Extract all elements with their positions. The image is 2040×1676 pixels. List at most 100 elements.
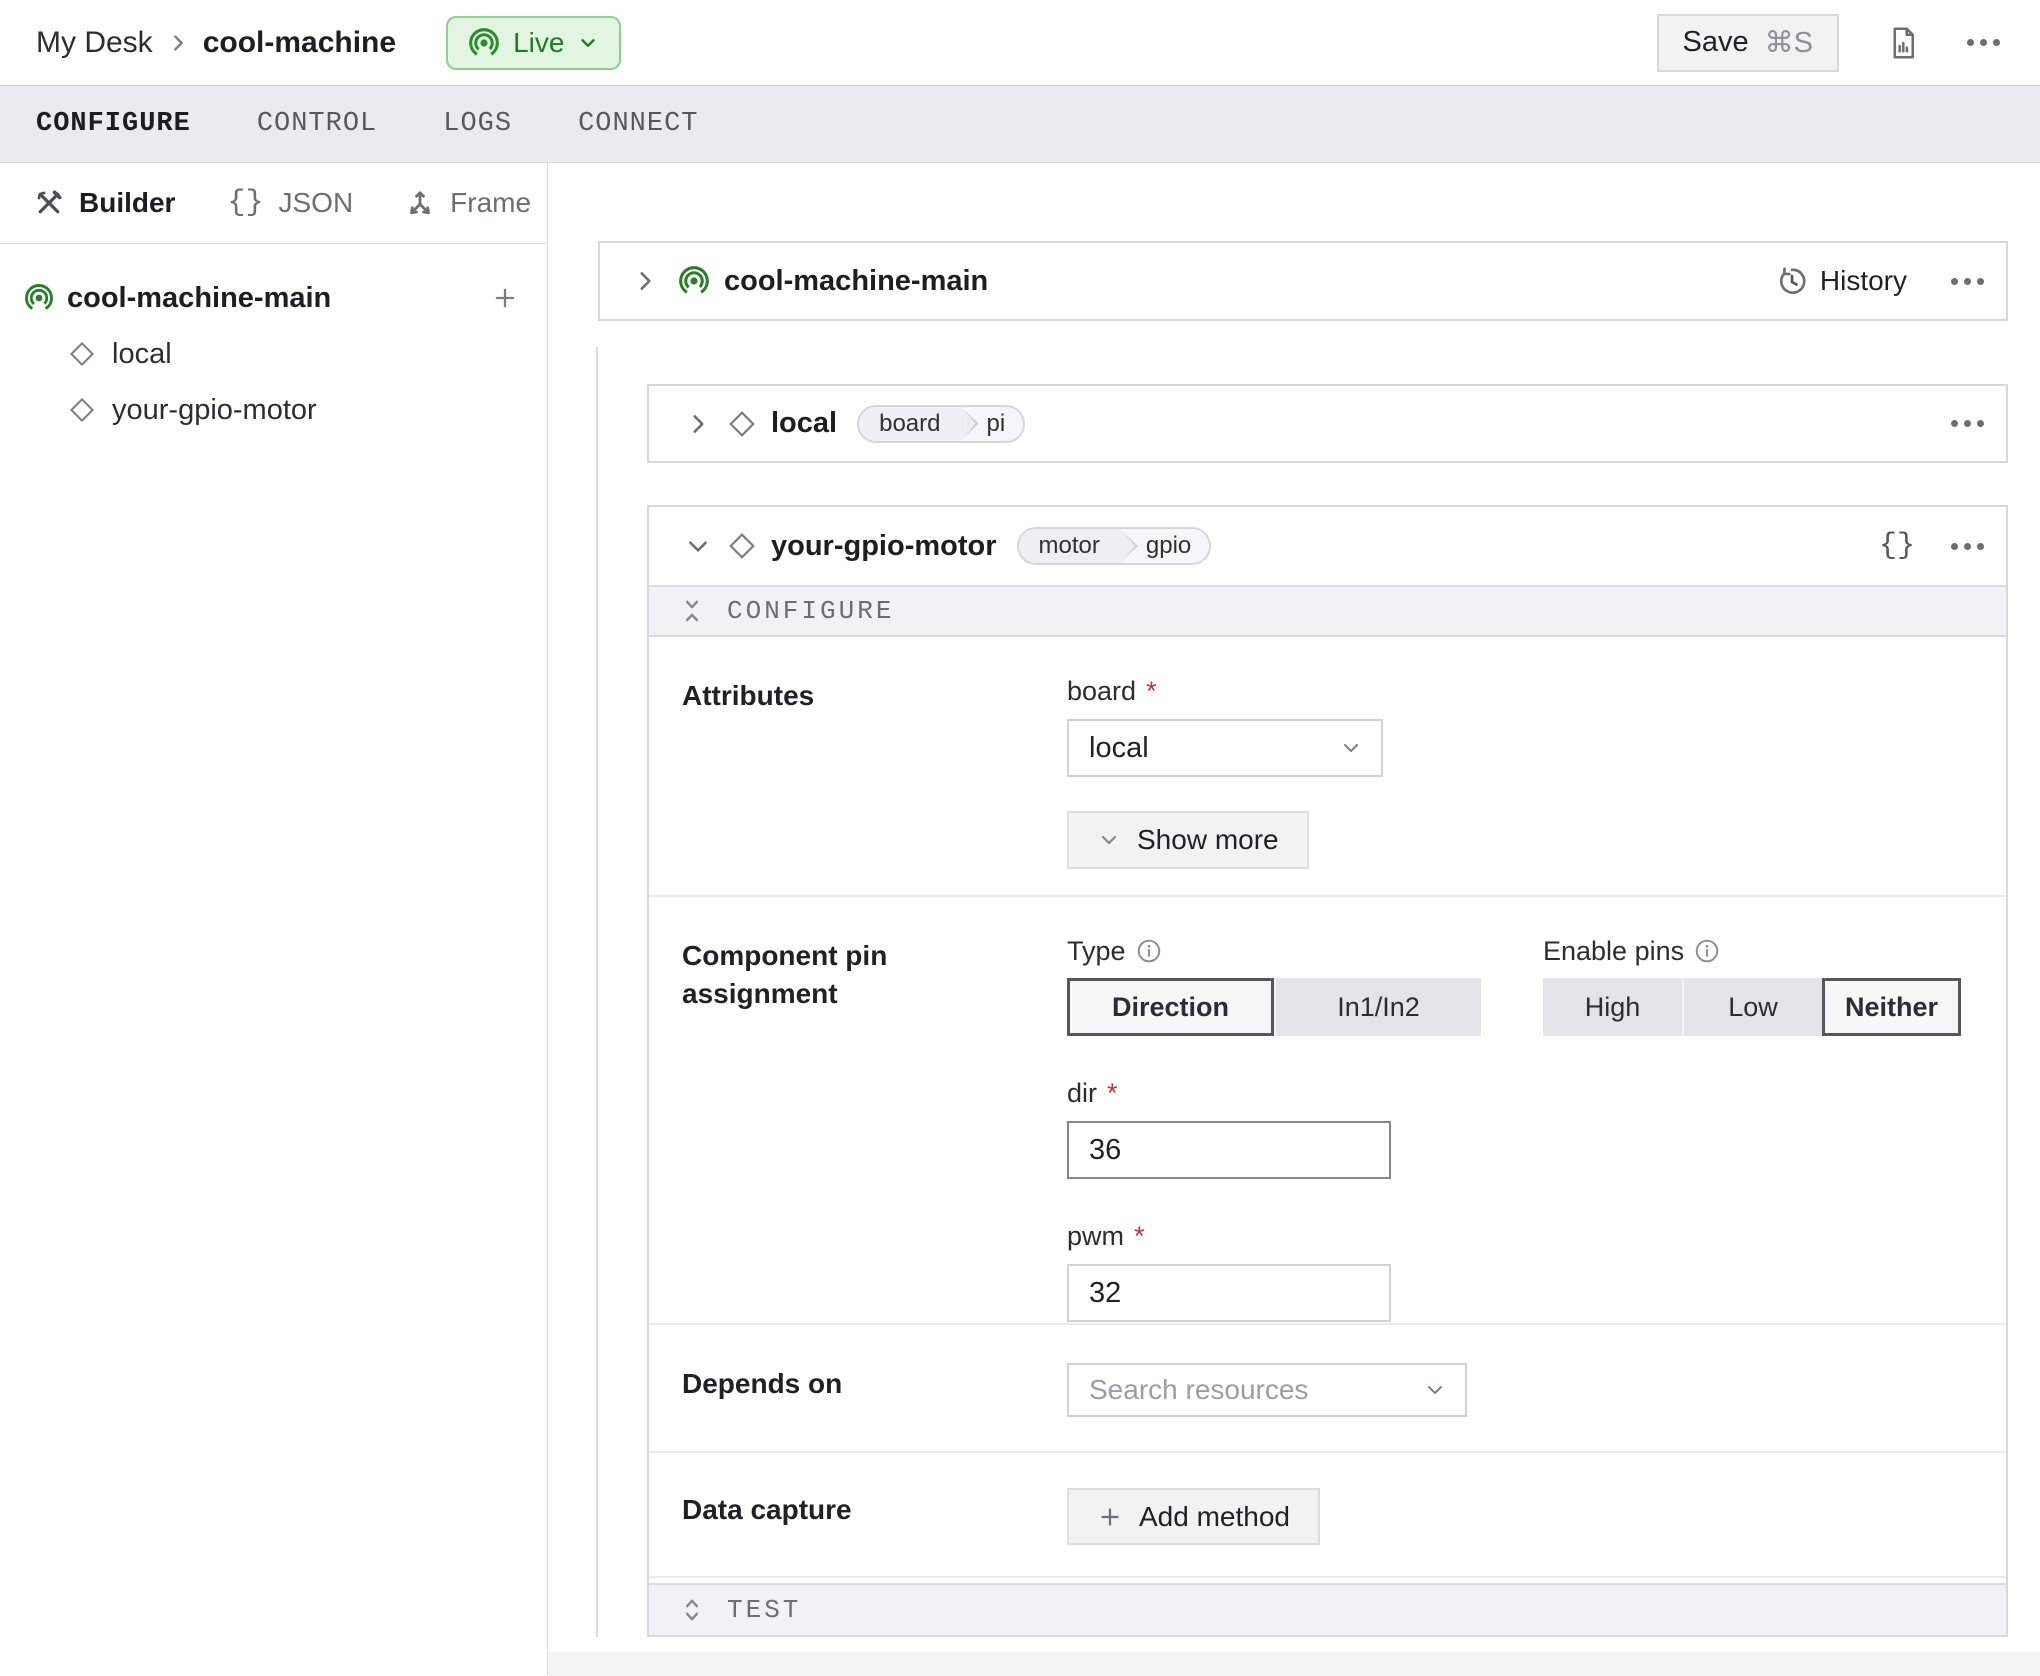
- ellipsis-icon: [1951, 543, 1984, 550]
- depends-on-row: Depends on Search resources: [649, 1325, 2006, 1453]
- type-option-direction[interactable]: Direction: [1067, 978, 1274, 1036]
- badge-model: pi: [978, 407, 1023, 441]
- dir-field-label: dir: [1067, 1078, 1097, 1108]
- machine-card-expand-button[interactable]: [632, 268, 658, 294]
- enable-pins-group: Enable pins High Low Neither: [1543, 936, 1961, 1036]
- chevron-down-icon: [1097, 828, 1121, 852]
- type-field-label: Type: [1067, 936, 1126, 966]
- configure-section-bar[interactable]: CONFIGURE: [649, 585, 2006, 637]
- local-board-card: local board pi: [647, 384, 2008, 463]
- breadcrumb-root[interactable]: My Desk: [36, 26, 153, 60]
- chevron-down-icon: [1339, 736, 1363, 760]
- history-button[interactable]: History: [1776, 265, 1907, 297]
- badge-api: board: [859, 407, 960, 441]
- tree-item-local[interactable]: local: [0, 326, 547, 382]
- horizontal-scroll-track[interactable]: [548, 1652, 2040, 1676]
- braces-icon: {}: [227, 186, 263, 220]
- enable-option-neither[interactable]: Neither: [1822, 978, 1961, 1036]
- resource-tree: cool-machine-main local your-gpio-motor: [0, 244, 547, 438]
- required-marker: *: [1146, 676, 1157, 706]
- chevron-down-icon: [1423, 1378, 1447, 1402]
- board-select-value: local: [1089, 732, 1149, 765]
- pin-assignment-heading: Component pin assignment: [682, 897, 1067, 1323]
- tab-logs[interactable]: LOGS: [443, 109, 512, 139]
- diamond-icon: [727, 408, 757, 440]
- badge-chevron-divider: [960, 407, 978, 441]
- chevron-right-icon: [685, 411, 711, 437]
- tree-child-label: local: [112, 338, 172, 371]
- view-tab-label: Frame: [450, 187, 531, 219]
- resource-type-badge: motor gpio: [1017, 527, 1212, 565]
- document-chart-icon: [1885, 24, 1921, 62]
- machine-report-button[interactable]: [1885, 24, 1921, 62]
- pwm-input[interactable]: [1067, 1264, 1391, 1322]
- pin-assignment-row: Component pin assignment Type Directi: [649, 897, 2006, 1325]
- enable-option-high[interactable]: High: [1543, 978, 1682, 1036]
- machine-card-title: cool-machine-main: [724, 265, 988, 298]
- top-bar: My Desk cool-machine Live Save ⌘S: [0, 0, 2040, 85]
- badge-chevron-divider: [1120, 529, 1138, 563]
- motor-card-menu[interactable]: [1951, 543, 1984, 550]
- tab-connect[interactable]: CONNECT: [578, 109, 698, 139]
- depends-on-select[interactable]: Search resources: [1067, 1363, 1467, 1417]
- tab-control[interactable]: CONTROL: [257, 109, 377, 139]
- tree-item-your-gpio-motor[interactable]: your-gpio-motor: [0, 382, 547, 438]
- type-option-in1in2[interactable]: In1/In2: [1274, 978, 1481, 1036]
- edit-json-button[interactable]: {}: [1879, 529, 1915, 563]
- topbar-overflow-menu[interactable]: [1967, 39, 2000, 46]
- breadcrumb-machine-name: cool-machine: [203, 26, 396, 60]
- ellipsis-icon: [1951, 278, 1984, 285]
- pwm-field-label: pwm: [1067, 1221, 1124, 1251]
- data-capture-row: Data capture Add method: [649, 1453, 2006, 1578]
- dir-input[interactable]: [1067, 1121, 1391, 1179]
- diamond-icon: [68, 395, 96, 425]
- tree-indent-guide: [596, 347, 598, 1637]
- info-icon[interactable]: [1136, 938, 1162, 964]
- tab-configure[interactable]: CONFIGURE: [36, 109, 191, 139]
- config-panel: cool-machine-main History: [548, 163, 2040, 1675]
- add-method-button[interactable]: Add method: [1067, 1488, 1320, 1545]
- type-segmented-control: Direction In1/In2: [1067, 978, 1481, 1036]
- diamond-icon: [727, 530, 757, 562]
- depends-on-placeholder: Search resources: [1089, 1374, 1308, 1406]
- test-section-bar[interactable]: TEST: [649, 1583, 2006, 1635]
- view-tab-frame[interactable]: Frame: [405, 187, 531, 219]
- attributes-row: Attributes board * local Show more: [649, 637, 2006, 897]
- data-capture-heading: Data capture: [682, 1453, 1067, 1576]
- local-card-title: local: [771, 407, 837, 440]
- view-tab-label: Builder: [79, 187, 175, 219]
- show-more-button[interactable]: Show more: [1067, 811, 1309, 869]
- badge-api: motor: [1019, 529, 1120, 563]
- show-more-label: Show more: [1137, 824, 1279, 856]
- tree-child-label: your-gpio-motor: [112, 394, 317, 427]
- diamond-icon: [68, 339, 96, 369]
- broadcast-icon: [24, 283, 54, 313]
- history-icon: [1776, 265, 1808, 297]
- configure-bar-label: CONFIGURE: [727, 596, 894, 626]
- motor-card-collapse-button[interactable]: [685, 533, 711, 559]
- local-card-menu[interactable]: [1951, 420, 1984, 427]
- add-component-button[interactable]: [491, 284, 519, 312]
- view-tab-label: JSON: [278, 187, 353, 219]
- enable-option-low[interactable]: Low: [1682, 978, 1822, 1036]
- save-button[interactable]: Save ⌘S: [1657, 14, 1839, 72]
- machine-card-menu[interactable]: [1951, 278, 1984, 285]
- enable-pins-segmented-control: High Low Neither: [1543, 978, 1961, 1036]
- plus-icon: [1097, 1504, 1123, 1530]
- board-select[interactable]: local: [1067, 719, 1383, 777]
- view-tab-json[interactable]: {} JSON: [227, 186, 353, 220]
- motor-card: your-gpio-motor motor gpio {}: [647, 505, 2008, 1637]
- local-card-expand-button[interactable]: [685, 411, 711, 437]
- machine-status-dropdown[interactable]: Live: [446, 16, 621, 70]
- machine-card: cool-machine-main History: [598, 241, 2008, 321]
- ellipsis-icon: [1951, 420, 1984, 427]
- config-sidebar: Builder {} JSON Frame: [0, 163, 548, 1675]
- save-label: Save: [1683, 26, 1749, 59]
- history-label: History: [1820, 265, 1907, 297]
- board-field-label: board: [1067, 676, 1136, 706]
- info-icon[interactable]: [1694, 938, 1720, 964]
- view-tab-builder[interactable]: Builder: [34, 187, 175, 219]
- tree-item-machine[interactable]: cool-machine-main: [0, 270, 547, 326]
- attributes-heading: Attributes: [682, 637, 1067, 895]
- view-mode-tabs: Builder {} JSON Frame: [0, 163, 547, 244]
